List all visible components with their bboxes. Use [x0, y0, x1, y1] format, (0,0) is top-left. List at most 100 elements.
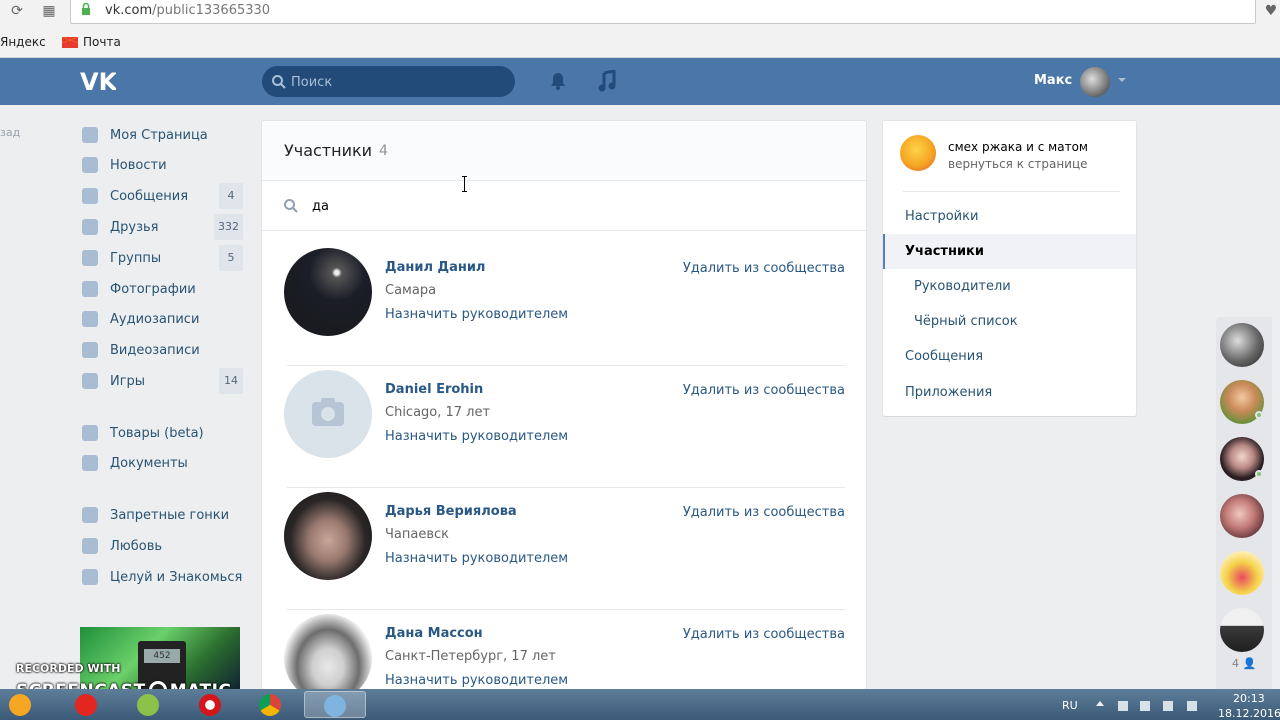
- nav-app-kiss[interactable]: Целуй и Знакомься: [80, 562, 245, 592]
- member-name[interactable]: Данил Данил: [385, 260, 485, 275]
- friend-avatar[interactable]: [1220, 608, 1264, 652]
- nav-app-love[interactable]: Любовь: [80, 531, 245, 561]
- taskbar-yandex[interactable]: [56, 691, 118, 718]
- group-name[interactable]: смех ржака и с матом: [948, 140, 1088, 154]
- app-grid-icon: [82, 569, 98, 585]
- promote-link[interactable]: Назначить руководителем: [385, 307, 568, 322]
- back-link[interactable]: зад: [0, 126, 20, 139]
- menu-label: Сообщения: [905, 349, 984, 364]
- member-name[interactable]: Daniel Erohin: [385, 382, 483, 397]
- nav-audio[interactable]: Аудиозаписи: [80, 304, 245, 334]
- online-indicator: [1255, 411, 1263, 419]
- friends-online-count[interactable]: 4 👤: [1232, 657, 1256, 670]
- apps-grid-icon[interactable]: ▦: [40, 2, 58, 20]
- member-name[interactable]: Дана Массон: [385, 626, 483, 641]
- remove-link[interactable]: Удалить из сообщества: [683, 505, 845, 520]
- tray-expand-icon[interactable]: [1096, 701, 1104, 706]
- tray-device-icon[interactable]: [1140, 701, 1150, 711]
- menu-managers[interactable]: Руководители: [883, 269, 1136, 304]
- screencast-icon: [324, 695, 346, 717]
- nav-video[interactable]: Видеозаписи: [80, 335, 245, 365]
- nav-label: Любовь: [110, 538, 163, 554]
- member-avatar[interactable]: [284, 370, 372, 458]
- friend-avatar[interactable]: [1220, 494, 1264, 538]
- bell-icon[interactable]: [548, 71, 568, 91]
- menu-members[interactable]: Участники: [883, 234, 1136, 269]
- member-avatar[interactable]: [284, 248, 372, 336]
- user-avatar[interactable]: [1080, 67, 1110, 97]
- reload-icon[interactable]: ⟳: [8, 2, 26, 20]
- vk-logo-icon[interactable]: VK: [80, 68, 116, 94]
- nav-photos[interactable]: Фотографии: [80, 274, 245, 304]
- music-note-icon[interactable]: [597, 70, 617, 92]
- tray-volume-icon[interactable]: [1187, 701, 1197, 711]
- car-icon: [82, 507, 98, 523]
- chevron-down-icon[interactable]: [1118, 78, 1126, 82]
- promote-link[interactable]: Назначить руководителем: [385, 551, 568, 566]
- member-search-input[interactable]: [312, 195, 832, 217]
- tray-network-icon[interactable]: [1163, 701, 1173, 711]
- menu-settings[interactable]: Настройки: [883, 199, 1136, 234]
- address-row: ⟳ ▦ vk.com/public133665330 ♥: [0, 0, 1280, 26]
- user-name[interactable]: Макс: [1034, 73, 1072, 88]
- header-search[interactable]: [262, 66, 515, 97]
- taskbar-chrome[interactable]: [240, 691, 302, 718]
- url-text[interactable]: vk.com/public133665330: [105, 3, 270, 18]
- online-indicator: [1255, 470, 1263, 478]
- tray-flag-icon[interactable]: [1118, 701, 1128, 711]
- bookmark-heart-icon[interactable]: ♥: [1262, 2, 1280, 20]
- clock-time[interactable]: 20:13: [1233, 692, 1265, 705]
- bookmark-mail[interactable]: Почта: [62, 35, 121, 49]
- member-name[interactable]: Дарья Вериялова: [385, 504, 517, 519]
- member-avatar[interactable]: [284, 492, 372, 580]
- mail-icon: [62, 36, 78, 48]
- bookmark-label: Яндекс: [0, 35, 46, 49]
- ad-banner[interactable]: 452: [80, 627, 240, 689]
- menu-messages[interactable]: Сообщения: [883, 339, 1136, 374]
- chat-bubble-icon: [82, 188, 98, 204]
- address-bar[interactable]: vk.com/public133665330: [70, 0, 1256, 24]
- menu-blacklist[interactable]: Чёрный список: [883, 304, 1136, 339]
- news-icon: [82, 157, 98, 173]
- nav-messages[interactable]: Сообщения 4: [80, 181, 245, 211]
- taskbar-screencast[interactable]: [304, 691, 366, 718]
- nav-badge: 332: [214, 214, 243, 240]
- nav-my-page[interactable]: Моя Страница: [80, 120, 245, 150]
- remove-link[interactable]: Удалить из сообщества: [683, 627, 845, 642]
- bookmark-yandex[interactable]: Яндекс: [0, 35, 46, 49]
- nav-label: Игры: [110, 373, 146, 389]
- menu-apps[interactable]: Приложения: [883, 375, 1136, 410]
- member-search[interactable]: [262, 181, 866, 231]
- taskbar-player[interactable]: [0, 691, 52, 718]
- language-indicator[interactable]: RU: [1062, 699, 1078, 712]
- bookmarks-bar: Яндекс Почта: [0, 33, 1280, 53]
- promote-link[interactable]: Назначить руководителем: [385, 429, 568, 444]
- nav-app-races[interactable]: Запретные гонки: [80, 500, 245, 530]
- camera-icon: [82, 281, 98, 297]
- nav-friends[interactable]: Друзья 332: [80, 212, 245, 242]
- friend-avatar[interactable]: [1220, 551, 1264, 595]
- nav-label: Группы: [110, 250, 162, 266]
- friend-avatar[interactable]: [1220, 323, 1264, 367]
- online-count: 4: [1232, 657, 1239, 670]
- member-avatar[interactable]: [284, 614, 372, 689]
- members-panel: Участники 4 Данил Данил Самара Назначить…: [262, 121, 866, 689]
- taskbar-opera[interactable]: [180, 691, 242, 718]
- nav-games[interactable]: Игры 14: [80, 366, 245, 396]
- group-avatar[interactable]: [900, 135, 936, 171]
- header-search-input[interactable]: [291, 72, 501, 92]
- nav-label: Фотографии: [110, 281, 196, 297]
- opera-icon: [199, 694, 221, 716]
- nav-news[interactable]: Новости: [80, 150, 245, 180]
- nav-goods[interactable]: Товары (beta): [80, 418, 245, 448]
- remove-link[interactable]: Удалить из сообщества: [683, 261, 845, 276]
- search-icon: [284, 199, 298, 213]
- promote-link[interactable]: Назначить руководителем: [385, 673, 568, 688]
- nav-documents[interactable]: Документы: [80, 448, 245, 478]
- taskbar-chat[interactable]: [118, 691, 180, 718]
- nav-groups[interactable]: Группы 5: [80, 243, 245, 273]
- remove-link[interactable]: Удалить из сообщества: [683, 383, 845, 398]
- back-to-page-link[interactable]: вернуться к странице: [948, 157, 1088, 171]
- clock-date[interactable]: 18.12.2016: [1218, 707, 1280, 720]
- film-icon: [82, 342, 98, 358]
